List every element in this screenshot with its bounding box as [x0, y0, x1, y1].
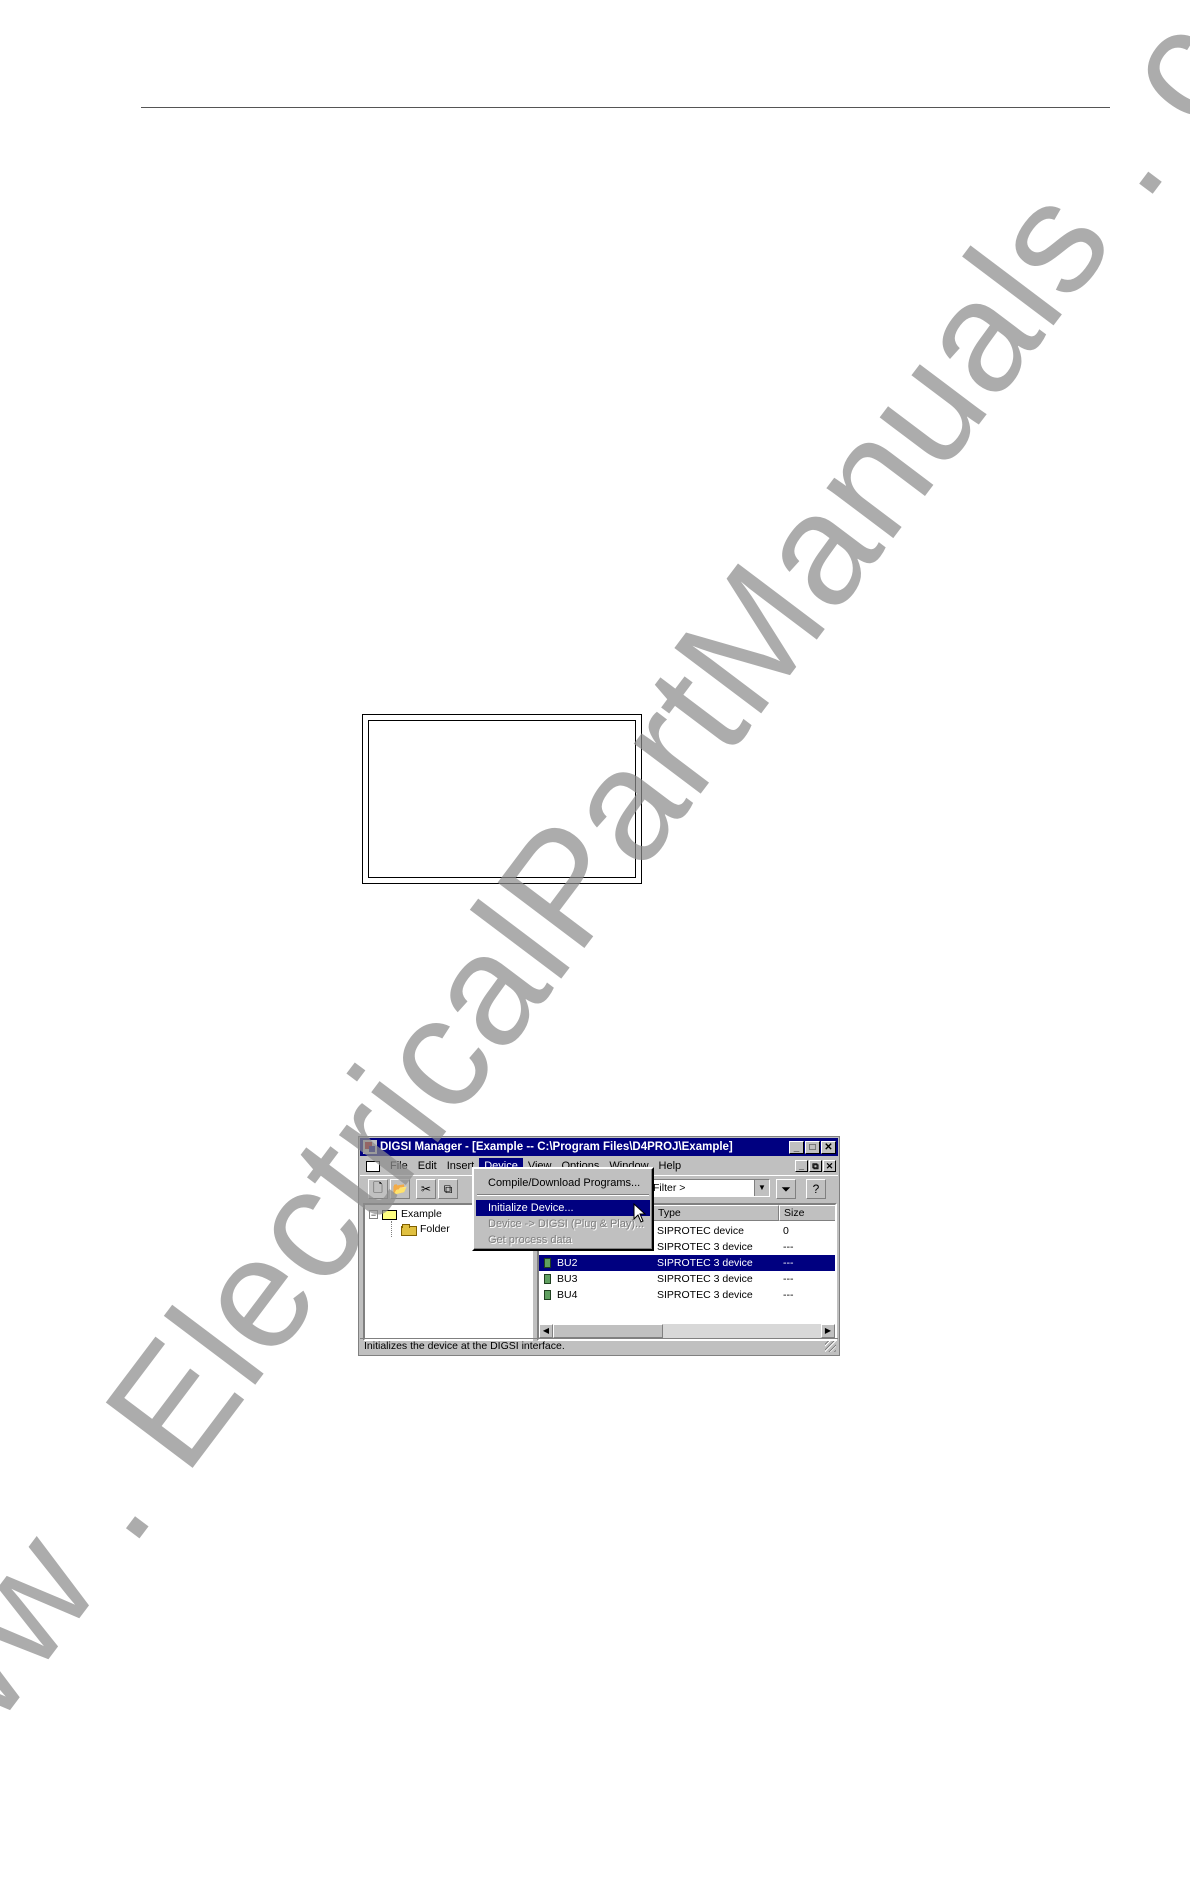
menu-file[interactable]: File: [385, 1158, 413, 1174]
status-text: Initializes the device at the DIGSI inte…: [364, 1340, 565, 1352]
document-icon[interactable]: [365, 1159, 381, 1173]
menu-item-get-process-data: Get process data: [488, 1234, 572, 1246]
mouse-pointer-icon: [633, 1203, 647, 1223]
tree-item-example[interactable]: − Example: [369, 1208, 442, 1220]
project-icon: [382, 1208, 398, 1220]
window-title: DIGSI Manager - [Example -- C:\Program F…: [380, 1141, 733, 1153]
menu-item-compile-download[interactable]: Compile/Download Programs...: [476, 1175, 650, 1191]
menu-item-device-to-digsi: Device -> DIGSI (Plug & Play)...: [488, 1218, 645, 1230]
title-bar[interactable]: DIGSI Manager - [Example -- C:\Program F…: [360, 1138, 838, 1156]
resize-grip-icon[interactable]: [825, 1341, 836, 1352]
doc-close-button[interactable]: ✕: [823, 1159, 836, 1172]
collapse-icon[interactable]: −: [369, 1209, 378, 1219]
minimize-button[interactable]: _: [789, 1140, 804, 1154]
window-controls: _ □ ✕: [789, 1140, 836, 1154]
tree-item-folder[interactable]: Folder: [401, 1223, 450, 1236]
filter-combo-value: Filter >: [653, 1182, 686, 1194]
empty-figure-frame-inner: [368, 720, 636, 878]
column-header-size[interactable]: Size: [779, 1205, 835, 1221]
table-row[interactable]: BU4 SIPROTEC 3 device ---: [539, 1287, 835, 1303]
document-window-controls: _ ⧉ ✕: [795, 1159, 836, 1172]
table-row-selected[interactable]: BU2 SIPROTEC 3 device ---: [539, 1255, 835, 1271]
close-button[interactable]: ✕: [821, 1140, 836, 1154]
horizontal-scrollbar[interactable]: ◀ ▶: [539, 1324, 835, 1339]
scroll-right-icon[interactable]: ▶: [821, 1324, 835, 1338]
header-rule: [141, 107, 1110, 108]
menu-help[interactable]: Help: [654, 1158, 687, 1174]
new-file-icon[interactable]: 🗋: [368, 1179, 388, 1199]
tree-item-label: Example: [401, 1208, 442, 1220]
menu-separator: [477, 1194, 649, 1196]
digsi-app-icon[interactable]: [363, 1140, 377, 1154]
scroll-left-icon[interactable]: ◀: [539, 1324, 553, 1338]
cut-icon[interactable]: ✂: [416, 1179, 436, 1199]
empty-figure-frame: [362, 714, 642, 884]
folder-icon: [401, 1223, 417, 1236]
open-folder-icon[interactable]: 📂: [390, 1179, 410, 1199]
column-header-type[interactable]: Type: [653, 1205, 779, 1221]
menu-edit[interactable]: Edit: [413, 1158, 442, 1174]
filter-combo[interactable]: Filter > ▼: [650, 1179, 770, 1197]
doc-restore-button[interactable]: ⧉: [809, 1159, 822, 1172]
table-row[interactable]: BU3 SIPROTEC 3 device ---: [539, 1271, 835, 1287]
watermark: www . ElectricalPartManuals . com: [0, 0, 1190, 1883]
scroll-thumb[interactable]: [553, 1324, 663, 1338]
status-bar: Initializes the device at the DIGSI inte…: [360, 1338, 838, 1354]
copy-icon[interactable]: ⧉: [438, 1179, 458, 1199]
maximize-button[interactable]: □: [805, 1140, 820, 1154]
menu-item-initialize-device[interactable]: Initialize Device...: [476, 1200, 650, 1216]
doc-minimize-button[interactable]: _: [795, 1159, 808, 1172]
device-icon: [544, 1274, 551, 1284]
filter-funnel-icon[interactable]: ⏷: [776, 1179, 796, 1199]
chevron-down-icon[interactable]: ▼: [754, 1180, 769, 1196]
device-icon: [544, 1290, 551, 1300]
device-menu-dropdown: Compile/Download Programs... Initialize …: [472, 1167, 654, 1251]
tree-item-label: Folder: [420, 1223, 450, 1235]
device-icon: [544, 1258, 551, 1268]
context-help-icon[interactable]: ?: [806, 1179, 826, 1199]
